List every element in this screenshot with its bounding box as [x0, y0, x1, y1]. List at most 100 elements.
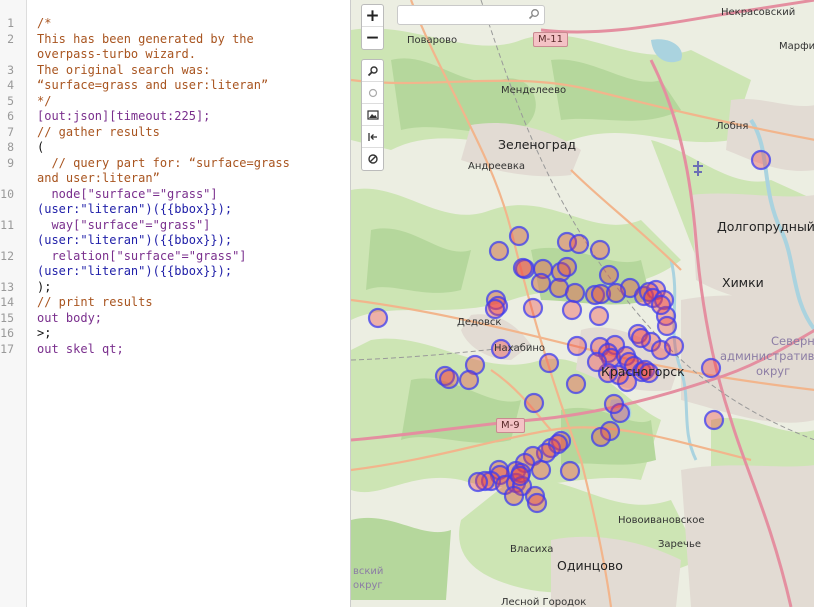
place-label: Марфин	[779, 41, 814, 52]
code-line[interactable]: (user:"literan")({{bbox}});	[37, 202, 232, 218]
result-marker[interactable]	[561, 299, 583, 321]
zoom-in-button[interactable]: +	[362, 5, 383, 27]
line-number: 11	[0, 217, 14, 232]
line-number: 5	[7, 93, 14, 108]
result-marker[interactable]	[750, 149, 772, 171]
code-line[interactable]: The original search was:	[37, 63, 210, 79]
code-editor[interactable]: 1 2 3 4 5 6 7 8 9 10 11 12 13 14 15 16 17 /* This has bee…	[0, 0, 350, 607]
place-label: Лобня	[716, 121, 749, 132]
place-label: Одинцово	[557, 558, 623, 573]
result-marker[interactable]	[538, 352, 560, 374]
zoom-out-button[interactable]: −	[362, 27, 383, 49]
code-line[interactable]: // query part for: “surface=grass	[37, 156, 289, 172]
result-marker[interactable]	[598, 264, 620, 286]
result-marker[interactable]	[566, 335, 588, 357]
district-label: округ	[353, 580, 383, 591]
result-marker[interactable]	[568, 233, 590, 255]
map-view[interactable]: Некрасовский Поварово Марфин Менделеево …	[350, 0, 814, 607]
line-number: 4	[7, 78, 14, 92]
result-marker[interactable]	[565, 373, 587, 395]
result-marker[interactable]	[530, 459, 552, 481]
search-tool-button[interactable]	[362, 60, 383, 82]
fit-to-data-button[interactable]	[362, 126, 383, 148]
image-export-button[interactable]	[362, 104, 383, 126]
code-line[interactable]: relation["surface"="grass"]	[37, 249, 246, 265]
result-marker[interactable]	[488, 240, 510, 262]
place-label: Зеленоград	[498, 137, 577, 152]
district-label: Северный	[771, 334, 814, 348]
place-label: Заречье	[658, 539, 701, 550]
result-marker[interactable]	[663, 335, 685, 357]
code-line[interactable]: (	[37, 140, 44, 156]
line-number: 1	[7, 16, 14, 30]
line-number: 7	[7, 124, 14, 139]
result-marker[interactable]	[508, 225, 530, 247]
code-line[interactable]: node["surface"="grass"]	[37, 187, 217, 203]
map-search-input[interactable]	[401, 8, 525, 27]
line-number: 6	[7, 109, 14, 123]
code-line[interactable]: (user:"literan")({{bbox}});	[37, 264, 232, 280]
result-marker[interactable]	[588, 305, 610, 327]
result-marker[interactable]	[700, 357, 722, 379]
code-line[interactable]: out skel qt;	[37, 342, 124, 358]
line-number: 3	[7, 62, 14, 77]
result-marker[interactable]	[530, 272, 552, 294]
map-canvas[interactable]	[351, 0, 814, 607]
code-line[interactable]: way["surface"="grass"]	[37, 218, 210, 234]
result-marker[interactable]	[522, 297, 544, 319]
result-marker[interactable]	[589, 239, 611, 261]
highway-shield: M-11	[533, 32, 568, 47]
result-marker[interactable]	[526, 492, 548, 514]
line-number-gutter: 1 2 3 4 5 6 7 8 9 10 11 12 13 14 15 16 17	[0, 0, 27, 607]
code-line[interactable]: [out:json][timeout:225];	[37, 109, 210, 125]
image-icon	[366, 109, 379, 120]
result-marker[interactable]	[509, 465, 531, 487]
district-label: округ	[756, 364, 791, 378]
result-marker[interactable]	[367, 307, 389, 329]
place-label: Долгопрудный	[717, 219, 814, 234]
code-line[interactable]: out body;	[37, 311, 102, 327]
result-marker[interactable]	[590, 426, 612, 448]
code-line[interactable]: // print results	[37, 295, 153, 311]
line-number: 2	[7, 31, 14, 46]
place-label: Красногорск	[601, 364, 685, 379]
code-line[interactable]: >;	[37, 326, 51, 342]
result-marker[interactable]	[503, 485, 525, 507]
toggle-data-button[interactable]	[362, 148, 383, 170]
line-number: 9	[7, 155, 14, 170]
result-marker[interactable]	[559, 460, 581, 482]
code-line[interactable]: and user:literan”	[37, 171, 160, 187]
result-marker[interactable]	[603, 393, 625, 415]
no-icon	[367, 154, 378, 164]
search-icon[interactable]	[528, 8, 540, 20]
result-marker[interactable]	[523, 392, 545, 414]
code-line[interactable]: (user:"literan")({{bbox}});	[37, 233, 232, 249]
place-label: Дедовск	[457, 317, 502, 328]
locate-button[interactable]	[362, 82, 383, 104]
line-number: 17	[0, 341, 14, 356]
result-marker[interactable]	[630, 327, 652, 349]
code-line[interactable]: overpass-turbo wizard.	[37, 47, 196, 63]
result-marker[interactable]	[458, 369, 480, 391]
result-marker[interactable]	[656, 315, 678, 337]
result-marker[interactable]	[556, 256, 578, 278]
place-label: Новоивановское	[618, 515, 705, 526]
map-search-box[interactable]	[397, 5, 545, 27]
result-marker[interactable]	[438, 368, 460, 390]
code-line[interactable]: This has been generated by the	[37, 32, 254, 48]
code-line[interactable]: );	[37, 280, 51, 296]
result-marker[interactable]	[564, 282, 586, 304]
result-marker[interactable]	[605, 282, 627, 304]
code-line[interactable]: // gather results	[37, 125, 160, 141]
result-marker[interactable]	[484, 298, 506, 320]
result-marker[interactable]	[467, 471, 489, 493]
result-marker[interactable]	[703, 409, 725, 431]
line-number: 14	[0, 295, 14, 309]
locate-icon	[368, 88, 377, 97]
district-label: административный	[720, 349, 814, 363]
result-marker[interactable]	[650, 294, 672, 316]
code-line[interactable]: */	[37, 94, 51, 110]
result-marker[interactable]	[512, 257, 534, 279]
code-line[interactable]: /*	[37, 16, 51, 32]
code-line[interactable]: “surface=grass and user:literan”	[37, 78, 268, 94]
